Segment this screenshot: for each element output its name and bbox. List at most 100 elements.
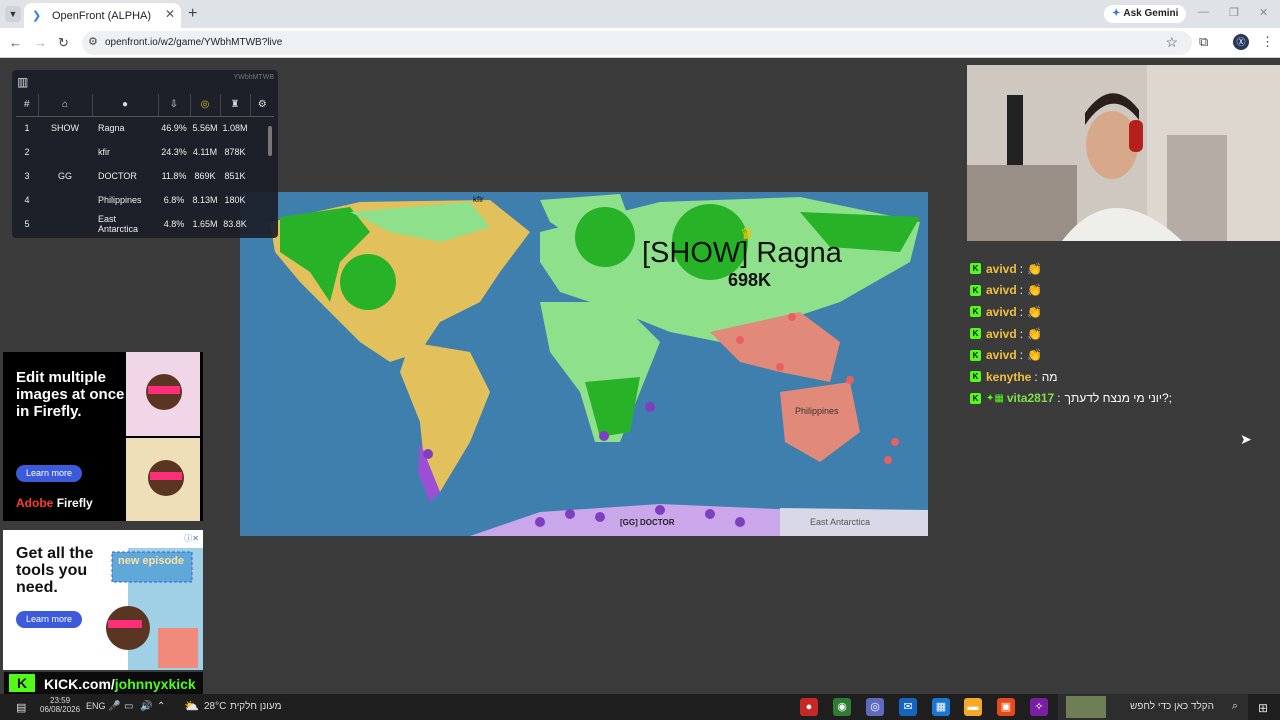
- chat-message: Kavivd : 👏: [970, 323, 1270, 345]
- browser-menu-icon[interactable]: ⋮: [1261, 34, 1274, 50]
- chat-separator: :: [1019, 348, 1024, 363]
- rank-cell: 3: [24, 171, 30, 181]
- ragna-blob-na: [340, 254, 396, 310]
- obs-icon[interactable]: ●: [800, 698, 818, 716]
- settings-gear-icon[interactable]: ⚙: [250, 94, 274, 117]
- chat-username[interactable]: avivd: [986, 262, 1017, 276]
- leaderboard-scrollbar[interactable]: [268, 126, 272, 156]
- crown-icon: ♛: [740, 226, 755, 243]
- extensions-puzzle-icon[interactable]: ⧉: [1199, 34, 1208, 50]
- tab-search-dropdown[interactable]: ▼: [5, 6, 21, 22]
- chat-message: Kavivd : 👏: [970, 301, 1270, 323]
- player-icon[interactable]: ●: [92, 94, 159, 117]
- new-tab-button[interactable]: +: [188, 5, 197, 23]
- tray-chevron-icon[interactable]: ⌃: [157, 701, 165, 712]
- close-tab-icon[interactable]: ✕: [165, 7, 175, 21]
- territory-cell: 4.8%: [163, 219, 185, 229]
- clan-cell: [38, 212, 92, 236]
- store-icon[interactable]: ▦: [932, 698, 950, 716]
- ad1-learn-more-button[interactable]: Learn more: [16, 465, 83, 482]
- file-explorer-icon[interactable]: ▬: [964, 698, 982, 716]
- player-name-cell: DOCTOR: [98, 171, 137, 181]
- address-bar[interactable]: ⚙ openfront.io/w2/game/YWbhMTWB?live ☆: [82, 31, 1192, 55]
- widgets-icon[interactable]: ▤: [16, 701, 26, 714]
- adobe-tools-ad[interactable]: Get all the tools you need. Learn more ⓘ…: [3, 530, 203, 670]
- profile-avatar[interactable]: Ⓧ: [1233, 34, 1249, 50]
- leaderboard-row[interactable]: 3 GG DOCTOR 11.8% 869K 851K: [16, 164, 274, 188]
- weather-icon[interactable]: ⛅: [184, 699, 199, 713]
- chat-message: Kkenythe : מה: [970, 366, 1270, 388]
- chat-text: 👏: [1027, 261, 1042, 276]
- territory-cell: 11.8%: [161, 171, 187, 181]
- bookmark-star-icon[interactable]: ☆: [1165, 34, 1178, 51]
- leaderboard-row[interactable]: 5 East Antarctica 4.8% 1.65M 83.8K: [16, 212, 274, 236]
- clan-icon[interactable]: ⌂: [38, 94, 93, 117]
- chat-username[interactable]: avivd: [986, 305, 1017, 319]
- chat-username[interactable]: kenythe: [986, 370, 1031, 384]
- chat-username[interactable]: avivd: [986, 283, 1017, 297]
- chat-username[interactable]: vita2817: [1007, 391, 1054, 405]
- leaderboard-row[interactable]: 4 Philippines 6.8% 8.13M 180K: [16, 188, 274, 212]
- adobe-firefly-ad[interactable]: Edit multiple images at once in Firefly.…: [3, 352, 203, 521]
- outlook-icon[interactable]: ✉: [899, 698, 917, 716]
- ad2-info-icon[interactable]: ⓘ✕: [184, 533, 199, 544]
- east-antarctica-map-label: East Antarctica: [810, 517, 871, 527]
- clock[interactable]: 23:59 06/08/2026: [40, 696, 80, 714]
- chat-username[interactable]: avivd: [986, 327, 1017, 341]
- site-info-icon[interactable]: ⚙: [88, 35, 98, 48]
- clan-cell: SHOW: [51, 123, 79, 134]
- copilot-icon[interactable]: ✧: [1030, 698, 1048, 716]
- gold-icon[interactable]: ◎: [190, 94, 221, 117]
- chat-separator: :: [1019, 283, 1024, 298]
- weather-text[interactable]: מעונן חלקית: [230, 701, 281, 712]
- address-url[interactable]: openfront.io/w2/game/YWbhMTWB?live: [105, 37, 282, 48]
- restore-window-button[interactable]: ❐: [1229, 6, 1239, 19]
- chat-separator: :: [1057, 391, 1061, 406]
- mic-icon[interactable]: 🎤: [108, 701, 120, 712]
- chat-text: 👏: [1027, 283, 1042, 298]
- leaderboard-header-row: # ⌂ ● ⇩ ◎ ♜ ⚙: [16, 94, 274, 117]
- app-red-icon[interactable]: ▣: [997, 698, 1015, 716]
- taskbar-search[interactable]: הקלד כאן כדי לחפש ⌕: [1058, 694, 1248, 720]
- troops-icon[interactable]: ♜: [220, 94, 251, 117]
- clan-cell: GG: [57, 171, 72, 181]
- rank-header[interactable]: #: [16, 94, 39, 117]
- territory-cell: 6.8%: [163, 195, 185, 205]
- rank-cell: 2: [24, 147, 30, 157]
- weather-temp[interactable]: 28°C: [204, 701, 226, 712]
- browser-toolbar: ← → ↻ ⚙ openfront.io/w2/game/YWbhMTWB?li…: [0, 28, 1280, 58]
- chat-text: 👏: [1027, 326, 1042, 341]
- close-window-button[interactable]: ✕: [1259, 6, 1268, 19]
- gold-cell: 869K: [194, 171, 216, 181]
- troops-cell: 83.8K: [223, 219, 247, 229]
- volume-icon[interactable]: 🔊: [140, 701, 152, 712]
- kick-logo-icon: K: [9, 674, 35, 692]
- territory-cell: 24.3%: [161, 147, 187, 157]
- chrome-icon[interactable]: ◉: [833, 698, 851, 716]
- leaderboard-row[interactable]: 1 SHOW Ragna 46.9% 5.56M 1.08M: [16, 116, 274, 140]
- language-indicator[interactable]: ENG: [86, 701, 106, 711]
- ad1-brand-adobe: Adobe: [16, 496, 54, 510]
- minimize-window-button[interactable]: —: [1198, 6, 1209, 18]
- gold-cell: 5.56M: [192, 123, 218, 134]
- back-arrow-icon[interactable]: ←: [9, 35, 22, 50]
- chat-username[interactable]: avivd: [986, 348, 1017, 362]
- subscriber-badge-icon: ✦▦: [986, 392, 1004, 404]
- chat-text: 👏: [1027, 348, 1042, 363]
- ask-gemini-button[interactable]: ✦ Ask Gemini: [1104, 5, 1187, 23]
- discord-icon[interactable]: ◎: [866, 698, 884, 716]
- game-world-map[interactable]: [SHOW] Ragna 698K ♛ kfir Philippines [GG…: [240, 192, 928, 536]
- kick-badge-icon: K: [970, 263, 981, 275]
- network-icon[interactable]: ▭: [124, 701, 133, 712]
- leaderboard-row[interactable]: 2 kfir 24.3% 4.11M 878K: [16, 140, 274, 164]
- start-windows-icon[interactable]: ⊞: [1258, 701, 1268, 715]
- reload-icon[interactable]: ↻: [58, 35, 69, 51]
- territory-sort-icon[interactable]: ⇩: [158, 94, 191, 117]
- ad2-learn-more-button[interactable]: Learn more: [16, 611, 83, 628]
- clock-time: 23:59: [50, 696, 71, 705]
- leaderboard-panel: ▥ YWbhMTWB # ⌂ ● ⇩ ◎ ♜ ⚙ 1 SHOW Ragna 46.9%…: [12, 70, 278, 238]
- forward-arrow-icon[interactable]: →: [34, 35, 47, 50]
- stats-chart-icon[interactable]: ▥: [17, 75, 33, 91]
- search-placeholder[interactable]: הקלד כאן כדי לחפש: [1130, 701, 1214, 712]
- tab-openfront[interactable]: ❯ OpenFront (ALPHA) ✕: [24, 3, 181, 28]
